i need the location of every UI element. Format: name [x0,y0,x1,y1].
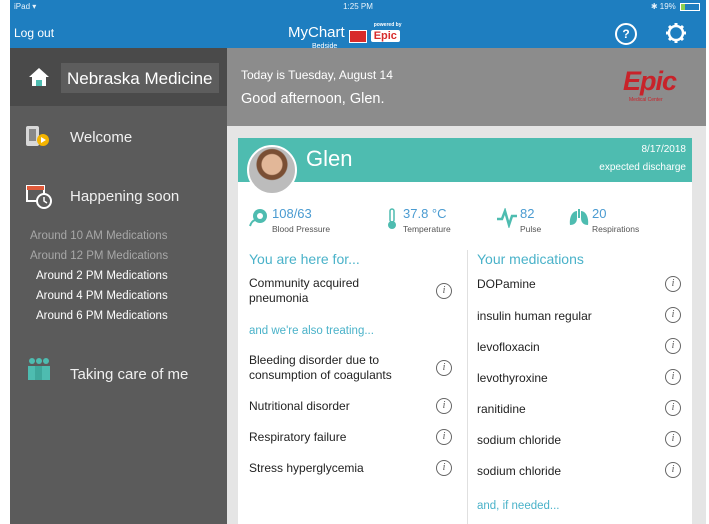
discharge-label: expected discharge [599,162,686,173]
schedule-item: Medications [106,250,169,262]
home-icon [29,68,49,86]
diagnosis-item: Community acquired pneumonia [249,276,360,305]
main-content: Today is Tuesday, August 14 Good afterno… [227,48,706,524]
greeting: Good afternoon, Glen. [241,91,385,107]
battery-icon [680,2,700,11]
schedule-item: Medications [106,290,168,302]
as-needed-link[interactable]: and, if needed... [477,500,559,512]
info-icon[interactable]: i [665,369,681,385]
question-icon: ? [622,27,630,41]
epic-logo-subtitle: Medical Center [629,97,663,103]
care-team-icon [28,358,50,380]
vital-value: 108/63 [272,206,312,221]
help-button[interactable]: ? [615,23,637,45]
medication-item: sodium chloride [477,464,562,478]
medication-item: DOPamine [477,277,536,291]
top-bar: iPad ▾ 1:25 PM ✱ 19% Log out MyChart Bed… [10,0,706,50]
info-icon[interactable]: i [436,283,452,299]
schedule-time: Around 10 AM [30,230,103,242]
schedule-item: Medications [106,230,168,242]
epic-badge-text: Epic [373,30,397,42]
schedule-row: Around 6 PM Medications [36,310,168,322]
info-icon[interactable]: i [665,307,681,323]
diagnosis-item: Stress hyperglycemia [249,461,364,475]
mychart-bedside-logo: MyChart Bedside powered by Epic [288,20,401,50]
schedule-time: Around 6 PM [36,310,104,322]
medication-item: levofloxacin [477,340,540,354]
schedule-row: Around 2 PM Medications [36,270,168,282]
sidebar-label-welcome: Welcome [70,129,133,146]
patient-name: Glen [306,146,353,171]
info-icon[interactable]: i [436,360,452,376]
reasons-title: You are here for... [249,251,360,267]
pulse-icon [497,208,517,228]
greeting-banner: Today is Tuesday, August 14 Good afterno… [227,48,706,126]
epic-logo: Epic [623,66,677,96]
medication-item: levothyroxine [477,371,548,385]
vital-label: Pulse [520,224,542,234]
diagnosis-item: Bleeding disorder due to consumption of … [249,353,392,382]
schedule-time: Around 2 PM [36,270,104,282]
diagnosis-item: Nutritional disorder [249,399,350,413]
app-frame: iPad ▾ 1:25 PM ✱ 19% Log out MyChart Bed… [10,0,706,524]
sidebar-label-taking-care: Taking care of me [70,366,189,383]
medications-title: Your medications [477,251,584,267]
info-icon[interactable]: i [665,338,681,354]
thermometer-icon [388,208,396,229]
vital-value: 20 [592,206,607,221]
info-icon[interactable]: i [665,276,681,292]
lungs-icon [569,209,589,225]
patient-card: Glen 8/17/2018 expected discharge 108/63… [238,138,692,524]
schedule-time: Around 12 PM [30,250,104,262]
vital-value: 37.8 °C [403,206,447,221]
column-divider [467,250,468,524]
schedule-item: Medications [106,270,168,282]
also-treating-title: and we're also treating... [249,325,374,337]
medication-item: ranitidine [477,402,526,416]
patient-avatar [247,145,297,195]
vital-label: Temperature [403,224,451,234]
sidebar-item-home[interactable]: Nebraska Medicine [10,48,227,106]
info-icon[interactable]: i [436,460,452,476]
patient-header: Glen 8/17/2018 expected discharge [238,138,692,195]
schedule-time: Around 4 PM [36,290,104,302]
blood-pressure-icon [249,209,267,227]
info-icon[interactable]: i [436,398,452,414]
logo-main: MyChart [288,24,345,41]
info-icon[interactable]: i [436,429,452,445]
bluetooth-icon: ✱ [650,2,658,11]
schedule-row: Around 4 PM Medications [36,290,168,302]
sidebar-label-happening-soon: Happening soon [70,188,180,205]
bed-icon [348,29,367,43]
status-time: 1:25 PM [343,2,373,11]
info-icon[interactable]: i [665,431,681,447]
vital-label: Blood Pressure [272,224,331,234]
org-name: Nebraska Medicine [67,69,213,88]
diagnosis-item: Respiratory failure [249,430,347,444]
medication-item: insulin human regular [477,309,592,323]
discharge-date: 8/17/2018 [641,144,687,155]
schedule-item: Medications [106,310,168,322]
battery-percent: 19% [659,2,676,11]
powered-by-label: powered by [373,22,402,28]
status-battery: ✱ 19% [651,2,700,11]
vital-value: 82 [520,206,535,221]
epic-badge: powered by Epic [370,22,401,42]
vital-label: Respirations [592,224,640,234]
today-date: Today is Tuesday, August 14 [241,68,393,82]
schedule-row: Around 10 AM Medications [30,230,167,242]
calendar-clock-icon [26,185,52,209]
settings-gear-icon[interactable] [665,22,687,44]
schedule-row: Around 12 PM Medications [30,250,168,262]
logout-button[interactable]: Log out [14,26,54,40]
medication-item: sodium chloride [477,433,562,447]
info-icon[interactable]: i [665,462,681,478]
info-icon[interactable]: i [665,400,681,416]
sidebar: Nebraska Medicine Welcome Happening soon… [10,48,227,524]
welcome-video-icon [26,126,49,146]
